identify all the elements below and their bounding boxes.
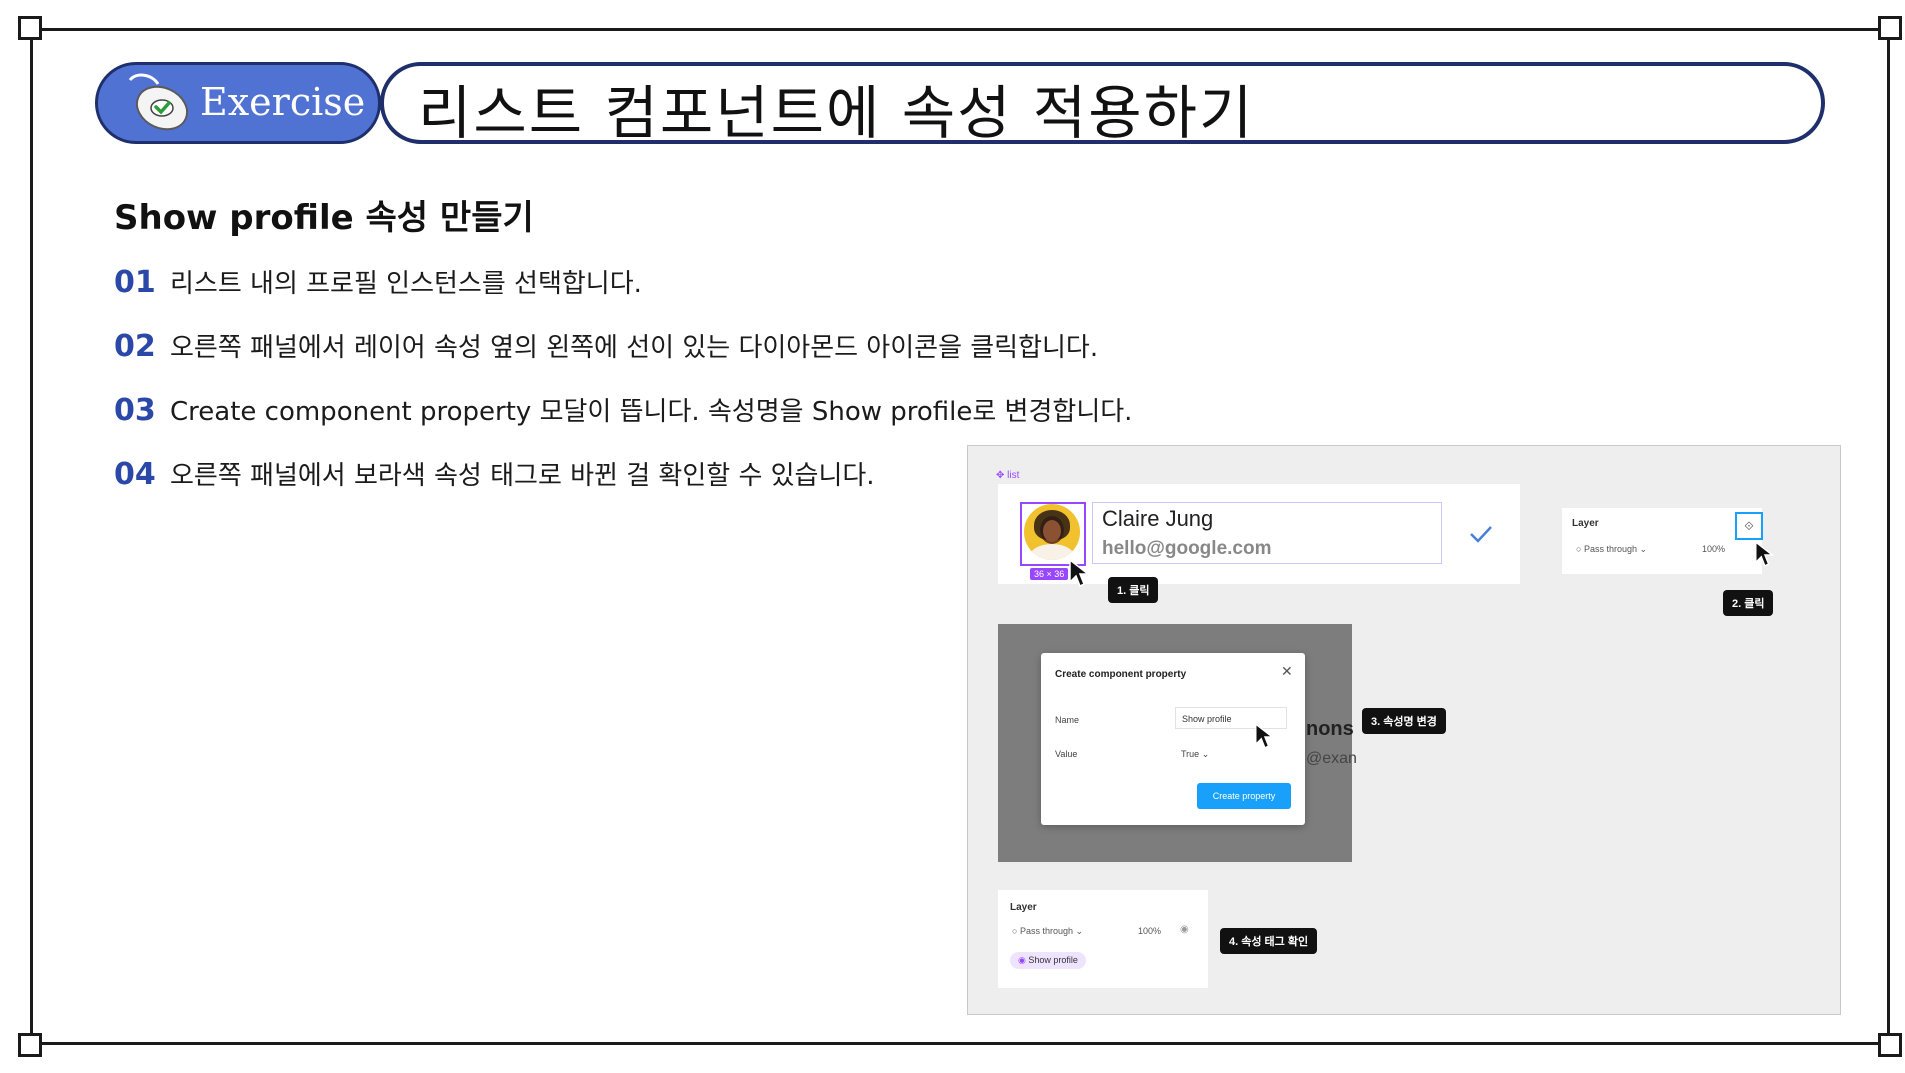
layer-panel-title: Layer	[1572, 518, 1599, 529]
avatar-face	[1043, 520, 1061, 542]
create-property-button[interactable]: Create property	[1197, 783, 1291, 809]
blend-mode-value: Pass through	[1583, 544, 1637, 554]
list-frame-label: ✥ list	[996, 470, 1019, 481]
step-1: 01 리스트 내의 프로필 인스턴스를 선택합니다.	[114, 263, 642, 300]
step-2: 02 오른쪽 패널에서 레이어 속성 옆의 왼쪽에 선이 있는 다이아몬드 아이…	[114, 327, 1098, 364]
callout-tag-4: 4. 속성 태그 확인	[1220, 928, 1318, 954]
property-tag[interactable]: ◉ Show profile	[1010, 952, 1086, 969]
frame-corner-bottom-left	[18, 1033, 42, 1057]
layer-opacity[interactable]: 100%	[1138, 926, 1161, 936]
page-title: 리스트 컴포넌트에 속성 적용하기	[418, 79, 1255, 147]
profile-email: hello@google.com	[1102, 538, 1272, 559]
mouse-icon	[128, 73, 189, 131]
callout-tag-2: 2. 클릭	[1723, 590, 1774, 616]
blend-mode-icon: ○	[1576, 544, 1582, 554]
step-text: 오른쪽 패널에서 레이어 속성 옆의 왼쪽에 선이 있는 다이아몬드 아이콘을 …	[170, 333, 1099, 363]
chevron-down-icon: ⌄	[1201, 749, 1210, 759]
modal-title: Create component property	[1055, 669, 1187, 680]
step-text: Create component property 모달이 뜹니다. 속성명을 …	[170, 397, 1133, 427]
check-icon	[1470, 526, 1492, 543]
diamond-line-icon: ⟐	[1744, 519, 1754, 533]
component-diamond-icon: ✥	[996, 470, 1005, 481]
blend-mode-select[interactable]: ○ Pass through ⌄	[1012, 926, 1083, 937]
behind-text-1: nons	[1306, 718, 1354, 740]
layer-panel-bottom: Layer ○ Pass through ⌄ 100% ◉ ◉ Show pro…	[998, 890, 1208, 988]
chevron-down-icon: ⌄	[1075, 926, 1084, 936]
layer-panel-title: Layer	[1010, 902, 1037, 913]
frame-corner-bottom-right	[1878, 1033, 1902, 1057]
blend-mode-select[interactable]: ○ Pass through ⌄	[1576, 544, 1647, 555]
layer-opacity[interactable]: 100%	[1702, 544, 1725, 554]
name-label: Name	[1055, 715, 1080, 725]
step-number: 01	[114, 265, 156, 300]
step-3: 03 Create component property 모달이 뜹니다. 속성…	[114, 391, 1132, 428]
cursor-icon	[1069, 558, 1090, 588]
exercise-label: Exercise	[200, 80, 366, 124]
step-number: 04	[114, 457, 156, 492]
step-text: 리스트 내의 프로필 인스턴스를 선택합니다.	[170, 269, 642, 299]
list-label: list	[1007, 470, 1020, 481]
layer-panel-top: Layer ○ Pass through ⌄ 100%	[1562, 508, 1762, 574]
property-tag-label: Show profile	[1028, 955, 1078, 965]
section-heading: Show profile 속성 만들기	[114, 198, 534, 238]
callout-tag-1: 1. 클릭	[1108, 577, 1159, 603]
frame-corner-top-right	[1878, 16, 1902, 40]
create-property-icon-button[interactable]: ⟐	[1735, 512, 1763, 540]
blend-mode-value: Pass through	[1019, 926, 1073, 936]
profile-name: Claire Jung	[1102, 506, 1214, 531]
value-select[interactable]: True ⌄	[1181, 749, 1209, 760]
step-number: 02	[114, 329, 156, 364]
figma-screenshot: ✥ list 36 × 36 Claire Jung hello@google.…	[967, 445, 1841, 1015]
size-badge: 36 × 36	[1030, 568, 1069, 580]
value-select-value: True	[1181, 749, 1200, 759]
step-number: 03	[114, 393, 156, 428]
callout-tag-3: 3. 속성명 변경	[1362, 708, 1446, 734]
eye-icon[interactable]: ◉	[1180, 924, 1189, 935]
blend-mode-icon: ○	[1012, 926, 1018, 936]
eye-icon: ◉	[1018, 955, 1026, 965]
cursor-icon	[1755, 540, 1774, 567]
step-text: 오른쪽 패널에서 보라색 속성 태그로 바뀐 걸 확인할 수 있습니다.	[170, 461, 875, 491]
avatar[interactable]	[1024, 504, 1080, 560]
frame-corner-top-left	[18, 16, 42, 40]
value-label: Value	[1055, 749, 1078, 759]
close-icon[interactable]: ✕	[1281, 663, 1293, 680]
cursor-icon	[1255, 722, 1274, 749]
chevron-down-icon: ⌄	[1639, 544, 1648, 554]
behind-text-2: @exan	[1306, 750, 1357, 767]
step-4: 04 오른쪽 패널에서 보라색 속성 태그로 바뀐 걸 확인할 수 있습니다.	[114, 455, 875, 492]
